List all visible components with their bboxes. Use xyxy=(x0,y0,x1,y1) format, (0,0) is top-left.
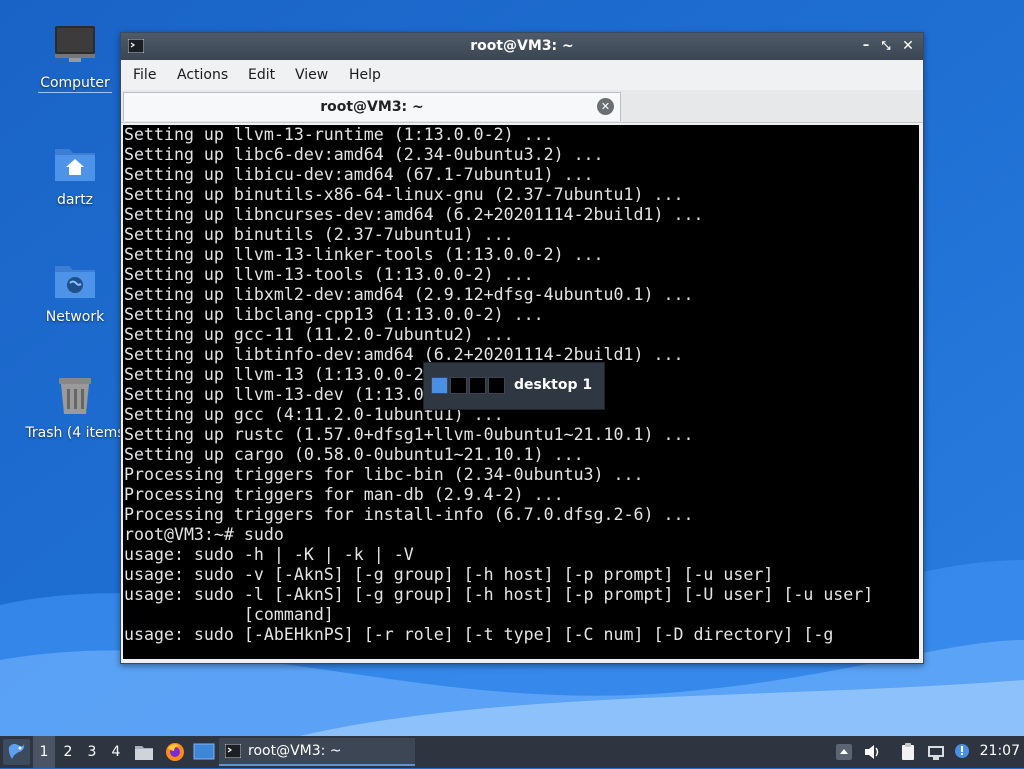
desktop-icon-label: Trash (4 items xyxy=(25,425,125,441)
home-folder-icon xyxy=(55,149,95,181)
console-line: Setting up binutils-x86-64-linux-gnu (2.… xyxy=(124,185,684,204)
terminal-window[interactable]: root@VM3: ~ – ⤡ ✕ File Actions Edit View… xyxy=(120,32,924,664)
console-line: Setting up libc6-dev:amd64 (2.34-0ubuntu… xyxy=(124,145,604,164)
console-line: Setting up libicu-dev:amd64 (67.1-7ubunt… xyxy=(124,165,594,184)
desktop-icon-label: dartz xyxy=(56,192,94,208)
console-line: Processing triggers for man-db (2.9.4-2)… xyxy=(124,485,564,504)
console-line: Setting up llvm-13-linker-tools (1:13.0.… xyxy=(124,245,604,264)
console-line: usage: sudo [-AbEHknPS] [-r role] [-t ty… xyxy=(124,625,834,644)
tab-bar: root@VM3: ~ ✕ xyxy=(121,90,923,123)
tab-close-icon[interactable]: ✕ xyxy=(597,98,614,115)
desktop-icon-network[interactable]: Network xyxy=(20,256,130,326)
menu-actions[interactable]: Actions xyxy=(177,67,228,83)
console-line: Setting up libxml2-dev:amd64 (2.9.12+dfs… xyxy=(124,285,694,304)
start-menu-button[interactable] xyxy=(3,739,30,765)
tray-expand-icon[interactable] xyxy=(834,742,854,762)
terminal-icon xyxy=(225,744,241,758)
taskbar: 1 2 3 4 root@VM3: ~ 21:07 xyxy=(0,736,1024,768)
tab-terminal[interactable]: root@VM3: ~ ✕ xyxy=(123,92,621,121)
workspace-3-button[interactable]: 3 xyxy=(81,736,103,768)
clock[interactable]: 21:07 xyxy=(980,743,1020,759)
show-desktop-icon[interactable] xyxy=(193,741,215,763)
console-line: Setting up llvm-13-runtime (1:13.0.0-2) … xyxy=(124,125,554,144)
menu-view[interactable]: View xyxy=(295,67,328,83)
maximize-button[interactable]: ⤡ xyxy=(877,37,895,55)
update-notifier-icon[interactable] xyxy=(953,742,973,762)
tab-title: root@VM3: ~ xyxy=(320,99,424,115)
task-label: root@VM3: ~ xyxy=(248,743,342,759)
console-line: Setting up libncurses-dev:amd64 (6.2+202… xyxy=(124,205,704,224)
desktop-icon-trash[interactable]: Trash (4 items xyxy=(20,372,130,442)
taskbar-task-terminal[interactable]: root@VM3: ~ xyxy=(219,738,415,766)
desktop-switch-popup: desktop 1 xyxy=(423,362,605,410)
console-line: [command] xyxy=(124,605,334,624)
clipboard-icon[interactable] xyxy=(898,742,918,762)
desktop-icon-label: Computer xyxy=(38,75,112,93)
menubar: File Actions Edit View Help xyxy=(121,60,923,90)
network-tray-icon[interactable] xyxy=(926,742,946,762)
desktop-icon-home[interactable]: dartz xyxy=(20,139,130,209)
menu-help[interactable]: Help xyxy=(349,67,381,83)
console-line: root@VM3:~# sudo xyxy=(124,525,284,544)
workspace-preview-1 xyxy=(431,377,448,394)
window-titlebar[interactable]: root@VM3: ~ – ⤡ ✕ xyxy=(121,33,923,60)
console-line: Setting up rustc (1.57.0+dfsg1+llvm-0ubu… xyxy=(124,425,694,444)
console-line: Setting up gcc-11 (11.2.0-7ubuntu2) ... xyxy=(124,325,514,344)
start-menu-icon xyxy=(8,743,25,759)
workspace-2-button[interactable]: 2 xyxy=(57,736,79,768)
network-folder-icon xyxy=(55,266,95,298)
computer-icon xyxy=(55,26,95,62)
console-line: Setting up libclang-cpp13 (1:13.0.0-2) .… xyxy=(124,305,544,324)
console-line: Setting up binutils (2.37-7ubuntu1) ... xyxy=(124,225,514,244)
volume-icon[interactable] xyxy=(862,742,882,762)
workspace-4-button[interactable]: 4 xyxy=(105,736,127,768)
console-line: usage: sudo -l [-AknS] [-g group] [-h ho… xyxy=(124,585,874,604)
close-button[interactable]: ✕ xyxy=(899,37,917,55)
minimize-button[interactable]: – xyxy=(857,37,875,55)
menu-file[interactable]: File xyxy=(133,67,156,83)
popup-label: desktop 1 xyxy=(514,377,593,393)
workspace-preview-2 xyxy=(450,377,467,394)
console-line: usage: sudo -v [-AknS] [-g group] [-h ho… xyxy=(124,565,774,584)
console-line: Setting up llvm-13-tools (1:13.0.0-2) ..… xyxy=(124,265,534,284)
menu-edit[interactable]: Edit xyxy=(248,67,275,83)
file-manager-icon[interactable] xyxy=(133,741,155,763)
window-title: root@VM3: ~ xyxy=(470,38,574,54)
desktop-icon-computer[interactable]: Computer xyxy=(20,22,130,93)
console-line: Processing triggers for install-info (6.… xyxy=(124,505,694,524)
console-line: usage: sudo -h | -K | -k | -V xyxy=(124,545,414,564)
trash-icon xyxy=(59,378,91,414)
workspace-1-button[interactable]: 1 xyxy=(33,736,55,768)
console-line: Processing triggers for libc-bin (2.34-0… xyxy=(124,465,644,484)
desktop-icon-label: Network xyxy=(45,309,105,325)
firefox-icon[interactable] xyxy=(164,741,186,763)
workspace-preview-4 xyxy=(488,377,505,394)
workspace-preview-3 xyxy=(469,377,486,394)
console-line: Setting up cargo (0.58.0-0ubuntu1~21.10.… xyxy=(124,445,584,464)
